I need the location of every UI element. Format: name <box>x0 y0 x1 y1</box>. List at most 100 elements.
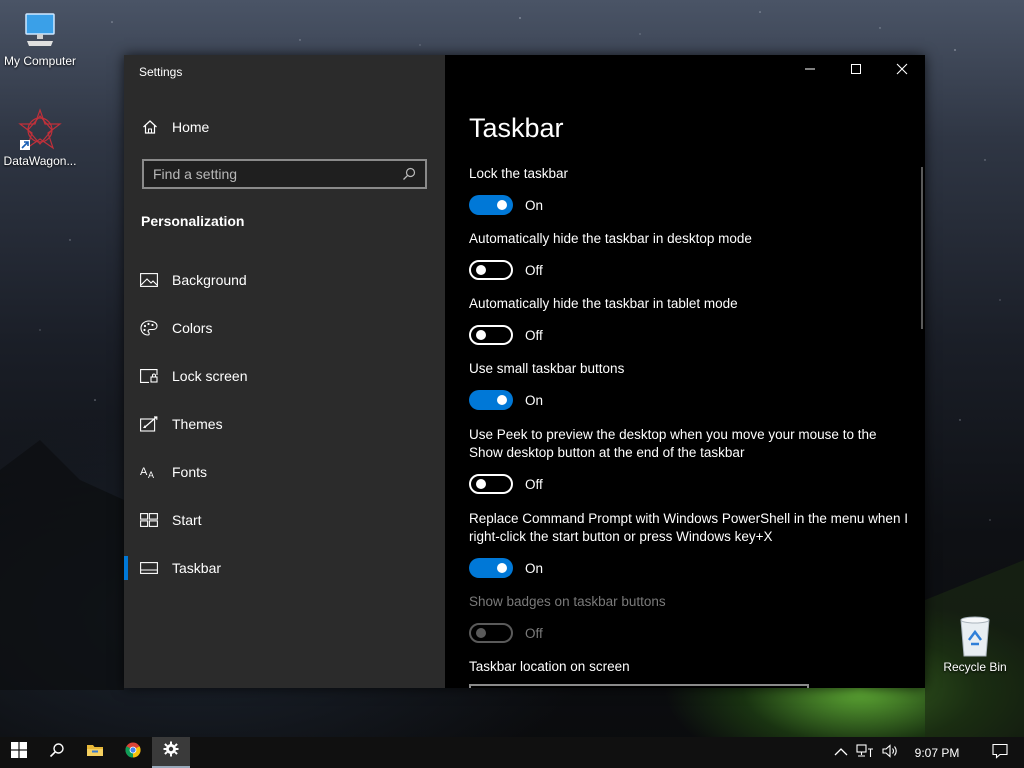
desktop-icon-label: DataWagon... <box>3 154 77 168</box>
autohide-desktop-toggle[interactable] <box>469 260 513 280</box>
powershell-toggle[interactable] <box>469 558 513 578</box>
show-hidden-icons-button[interactable] <box>830 737 852 768</box>
volume-button[interactable] <box>878 737 904 768</box>
sidebar-item-fonts[interactable]: AA Fonts <box>124 448 445 496</box>
volume-icon <box>882 744 900 761</box>
sidebar-item-label: Start <box>172 512 202 528</box>
maximize-button[interactable] <box>833 55 879 87</box>
monitor-icon <box>18 8 62 52</box>
setting-label: Taskbar location on screen <box>469 659 630 674</box>
sidebar-item-lock-screen[interactable]: Lock screen <box>124 352 445 400</box>
lock-screen-icon <box>140 368 158 384</box>
taskbar-icon <box>140 560 158 576</box>
toggle-state: On <box>525 560 544 576</box>
home-icon <box>142 119 158 135</box>
desktop-icon-recycle-bin[interactable]: Recycle Bin <box>935 614 1015 674</box>
windows-start-icon <box>11 742 27 763</box>
svg-text:A: A <box>140 466 148 478</box>
clock[interactable]: 9:07 PM <box>904 737 970 768</box>
sidebar-item-label: Colors <box>172 320 213 336</box>
sidebar-item-themes[interactable]: Themes <box>124 400 445 448</box>
setting-badges: Show badges on taskbar buttons Off <box>469 593 909 643</box>
sidebar-item-label: Background <box>172 272 247 288</box>
setting-label: Use Peek to preview the desktop when you… <box>469 427 877 460</box>
peek-toggle[interactable] <box>469 474 513 494</box>
settings-app-button[interactable] <box>152 737 190 768</box>
toggle-state: Off <box>525 625 543 641</box>
close-icon <box>896 62 908 80</box>
svg-text:A: A <box>148 470 154 480</box>
section-title: Personalization <box>141 213 245 229</box>
personalization-nav: Background Colors Lock screen Themes A A… <box>124 256 445 592</box>
palette-icon <box>140 320 158 336</box>
settings-content: Taskbar Lock the taskbar On Automaticall… <box>445 55 925 688</box>
minimize-icon <box>804 62 816 80</box>
sidebar-item-taskbar[interactable]: Taskbar <box>124 544 445 592</box>
close-button[interactable] <box>879 55 925 87</box>
file-explorer-button[interactable] <box>76 737 114 768</box>
maximize-icon <box>850 62 862 80</box>
setting-autohide-tablet: Automatically hide the taskbar in tablet… <box>469 295 909 345</box>
page-title: Taskbar <box>469 113 564 143</box>
sidebar-item-label: Themes <box>172 416 223 432</box>
sidebar-item-label: Fonts <box>172 464 208 480</box>
setting-label: Automatically hide the taskbar in tablet… <box>469 296 738 311</box>
system-tray: 9:07 PM <box>830 737 1024 768</box>
action-center-button[interactable] <box>976 737 1024 768</box>
chevron-up-icon <box>834 746 848 760</box>
search-icon <box>49 742 65 763</box>
start-icon <box>140 512 158 528</box>
windows-taskbar: 9:07 PM <box>0 737 1024 768</box>
setting-label: Use small taskbar buttons <box>469 361 625 376</box>
file-explorer-icon <box>86 742 104 763</box>
desktop-icon-my-computer[interactable]: My Computer <box>0 8 80 68</box>
setting-location: Taskbar location on screen <box>469 658 909 676</box>
background-icon <box>140 272 158 288</box>
settings-sidebar: Settings Home Personalization Background <box>124 55 445 688</box>
search-icon[interactable] <box>401 166 417 182</box>
start-button[interactable] <box>0 737 38 768</box>
search-input[interactable] <box>144 165 401 183</box>
autohide-tablet-toggle[interactable] <box>469 325 513 345</box>
desktop-icon-label: Recycle Bin <box>943 660 1007 674</box>
sidebar-item-label: Lock screen <box>172 368 248 384</box>
network-button[interactable] <box>852 737 878 768</box>
small-buttons-toggle[interactable] <box>469 390 513 410</box>
setting-powershell: Replace Command Prompt with Windows Powe… <box>469 510 909 578</box>
datawagon-icon <box>18 108 62 152</box>
fonts-icon: AA <box>140 464 158 480</box>
sidebar-item-background[interactable]: Background <box>124 256 445 304</box>
sidebar-item-colors[interactable]: Colors <box>124 304 445 352</box>
network-icon <box>856 744 874 761</box>
themes-icon <box>140 416 158 432</box>
settings-window: Settings Home Personalization Background <box>124 55 925 688</box>
minimize-button[interactable] <box>787 55 833 87</box>
chrome-icon <box>125 742 141 763</box>
notification-icon <box>992 743 1008 762</box>
search-box[interactable] <box>142 159 427 189</box>
taskbar-location-dropdown[interactable] <box>469 684 809 688</box>
home-label: Home <box>172 119 210 135</box>
window-caption-buttons <box>787 55 925 87</box>
sidebar-item-label: Taskbar <box>172 560 222 576</box>
settings-gear-icon <box>163 741 179 762</box>
setting-lock-taskbar: Lock the taskbar On <box>469 165 909 215</box>
setting-label: Automatically hide the taskbar in deskto… <box>469 231 752 246</box>
lock-taskbar-toggle[interactable] <box>469 195 513 215</box>
setting-peek: Use Peek to preview the desktop when you… <box>469 426 909 494</box>
desktop-icon-label: My Computer <box>3 54 77 68</box>
scrollbar[interactable] <box>921 167 923 329</box>
sidebar-item-start[interactable]: Start <box>124 496 445 544</box>
toggle-state: Off <box>525 262 543 278</box>
setting-small-buttons: Use small taskbar buttons On <box>469 360 909 410</box>
setting-label: Lock the taskbar <box>469 166 569 181</box>
toggle-state: Off <box>525 327 543 343</box>
setting-label: Replace Command Prompt with Windows Powe… <box>469 511 908 544</box>
home-nav-item[interactable]: Home <box>142 119 209 135</box>
window-title: Settings <box>139 65 183 79</box>
toggle-state: Off <box>525 476 543 492</box>
setting-autohide-desktop: Automatically hide the taskbar in deskto… <box>469 230 909 280</box>
desktop-icon-datawagon[interactable]: DataWagon... <box>0 108 80 168</box>
taskbar-search-button[interactable] <box>38 737 76 768</box>
chrome-button[interactable] <box>114 737 152 768</box>
